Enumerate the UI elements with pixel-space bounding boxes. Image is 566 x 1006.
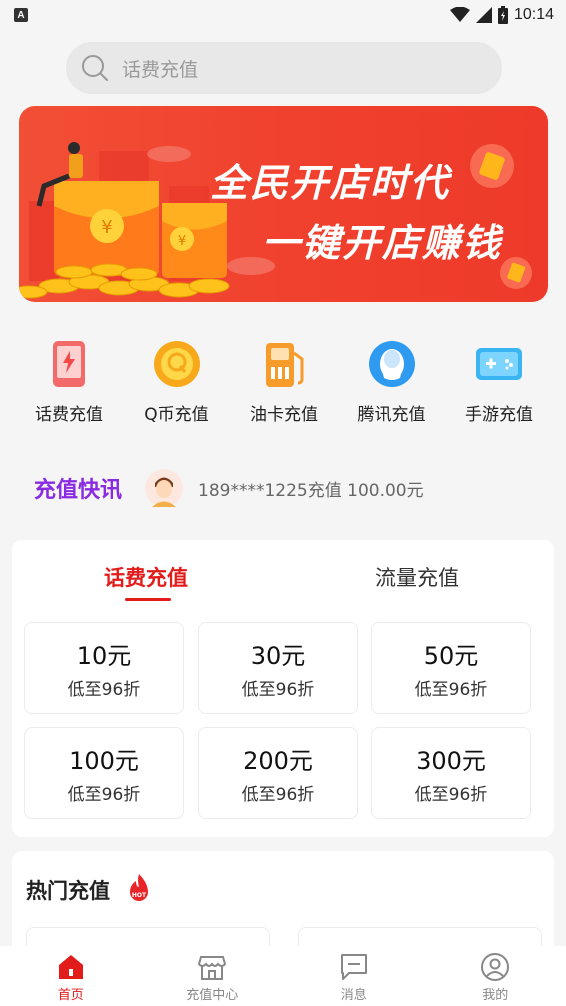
wifi-icon	[449, 7, 470, 22]
phone-icon	[53, 341, 85, 387]
user-icon	[481, 953, 510, 981]
section-title: 热门充值	[26, 879, 110, 903]
category-label: 手游充值	[465, 405, 533, 425]
nav-messages[interactable]: 消息	[283, 946, 425, 1006]
category-phone[interactable]: 话费充值	[16, 338, 122, 428]
option-amount: 300元	[416, 747, 486, 775]
svg-text:¥: ¥	[178, 234, 186, 249]
category-mobile-game[interactable]: 手游充值	[446, 338, 552, 428]
message-icon	[340, 954, 367, 980]
search-bar[interactable]: 话费充值	[66, 42, 502, 94]
tab-data-recharge[interactable]: 流量充值	[375, 562, 459, 592]
option-discount: 低至96折	[241, 785, 315, 805]
signal-icon	[475, 7, 492, 23]
home-icon	[58, 955, 83, 979]
nav-label: 首页	[57, 988, 84, 1003]
category-qcoin[interactable]: Q币充值	[124, 338, 230, 428]
recharge-news-ticker[interactable]: 充值快讯 189****1225充值 100.00元	[34, 468, 424, 508]
hot-fire-icon: HOT	[130, 874, 148, 901]
nav-home[interactable]: 首页	[0, 946, 142, 1006]
penguin-icon	[368, 341, 415, 387]
option-discount: 低至96折	[414, 785, 488, 805]
nav-label: 充值中心	[186, 988, 239, 1003]
option-amount: 10元	[76, 642, 132, 670]
banner-subheadline: 一键开店赚钱	[262, 221, 503, 265]
option-discount: 低至96折	[67, 785, 141, 805]
notification-icon: A	[14, 8, 28, 22]
category-fuel[interactable]: 油卡充值	[231, 338, 337, 428]
recharge-option[interactable]: 30元 低至96折	[198, 622, 358, 714]
recharge-option[interactable]: 50元 低至96折	[371, 622, 531, 714]
news-title: 充值快讯	[34, 478, 123, 503]
battery-icon	[497, 6, 508, 24]
tab-phone-recharge[interactable]: 话费充值	[104, 562, 188, 592]
search-input[interactable]: 话费充值	[122, 55, 198, 82]
status-bar: A 10:14	[0, 0, 566, 30]
banner-headline: 全民开店时代	[210, 161, 451, 205]
category-tencent[interactable]: 腾讯充值	[339, 338, 445, 428]
store-icon	[198, 956, 227, 980]
avatar	[145, 469, 184, 507]
nav-label: 消息	[340, 988, 367, 1003]
recharge-card: 话费充值 流量充值 10元 低至96折 30元 低至96折 50元 低至96折 …	[12, 540, 554, 837]
fuel-pump-icon	[266, 343, 304, 387]
recharge-option[interactable]: 200元 低至96折	[198, 727, 358, 819]
bottom-nav: 首页 充值中心 消息 我的	[0, 946, 566, 1006]
category-label: Q币充值	[144, 405, 209, 425]
option-discount: 低至96折	[67, 680, 141, 700]
svg-text:¥: ¥	[101, 217, 112, 238]
category-label: 油卡充值	[250, 405, 318, 425]
news-message: 189****1225充值 100.00元	[198, 480, 424, 501]
option-discount: 低至96折	[414, 680, 488, 700]
category-label: 话费充值	[35, 405, 103, 425]
category-label: 腾讯充值	[357, 405, 426, 425]
nav-recharge-center[interactable]: 充值中心	[142, 946, 284, 1006]
recharge-option[interactable]: 10元 低至96折	[24, 622, 184, 714]
nav-profile[interactable]: 我的	[425, 946, 566, 1006]
option-amount: 100元	[69, 747, 139, 775]
option-amount: 200元	[243, 747, 313, 775]
option-amount: 50元	[423, 642, 479, 670]
clock: 10:14	[513, 6, 554, 23]
option-discount: 低至96折	[241, 680, 315, 700]
recharge-option[interactable]: 300元 低至96折	[371, 727, 531, 819]
gamepad-icon	[476, 348, 522, 380]
nav-label: 我的	[482, 988, 509, 1003]
category-row: 话费充值 Q币充值 油卡充值 腾讯充值 手游充值	[16, 338, 552, 428]
hot-badge-text: HOT	[132, 892, 147, 899]
active-tab-indicator	[125, 598, 171, 601]
q-coin-icon	[153, 341, 200, 387]
option-amount: 30元	[250, 642, 306, 670]
recharge-option[interactable]: 100元 低至96折	[24, 727, 184, 819]
search-icon	[82, 55, 108, 81]
